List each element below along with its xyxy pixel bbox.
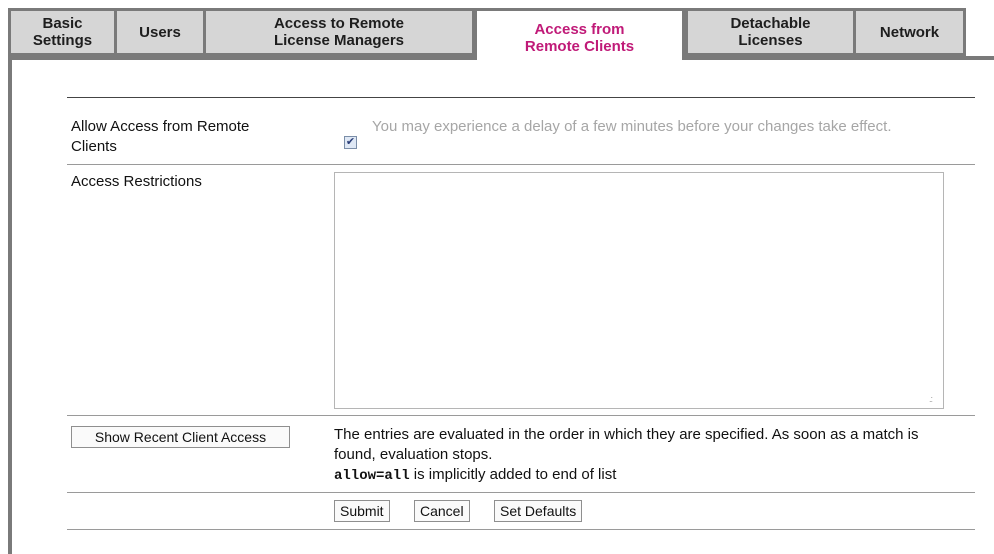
tab-network[interactable]: Network — [853, 8, 966, 56]
tab-label: Remote Clients — [524, 37, 635, 55]
access-restrictions-label: Access Restrictions — [71, 173, 202, 190]
show-recent-client-access-button[interactable]: Show Recent Client Access — [71, 426, 290, 448]
tab-label: Detachable — [730, 15, 811, 32]
tab-users[interactable]: Users — [114, 8, 206, 56]
evaluation-note-tail: is implicitly added to end of list — [409, 466, 617, 483]
allow-access-help-text: You may experience a delay of a few minu… — [372, 118, 892, 135]
allow-all-code: allow=all — [334, 468, 410, 484]
tab-label: License Managers — [273, 32, 405, 49]
tab-label: Licenses — [738, 32, 803, 49]
allow-access-label-line: Clients — [71, 138, 117, 155]
tab-label: Settings — [32, 32, 93, 49]
tab-access-from-remote-clients[interactable]: Access from Remote Clients — [474, 8, 685, 60]
panel-border-left — [8, 56, 12, 554]
tab-label: Access to Remote — [273, 15, 405, 32]
panel-border-top — [685, 56, 994, 60]
tab-label: Basic — [42, 15, 83, 32]
allow-access-label: Allow Access from Remote Clients — [71, 117, 249, 157]
tab-label: Network — [879, 23, 940, 41]
divider — [67, 529, 975, 530]
tab-access-to-remote-license-managers[interactable]: Access to Remote License Managers — [203, 8, 475, 56]
evaluation-note-text: The entries are evaluated in the order i… — [334, 426, 919, 463]
tab-label: Access from — [534, 20, 625, 38]
divider — [67, 415, 975, 416]
panel-border-top — [8, 56, 477, 60]
divider — [67, 97, 975, 98]
tab-label: Users — [139, 23, 181, 41]
divider — [67, 164, 975, 165]
allow-access-checkbox[interactable]: ✔ — [344, 136, 357, 149]
tab-detachable-licenses[interactable]: Detachable Licenses — [685, 8, 856, 56]
tab-bar: Basic Settings Users Access to Remote Lice… — [8, 8, 966, 60]
resize-grip-icon[interactable]: .: — [929, 395, 933, 404]
set-defaults-button[interactable]: Set Defaults — [494, 500, 583, 522]
access-restrictions-textarea[interactable] — [334, 172, 944, 409]
tab-basic-settings[interactable]: Basic Settings — [8, 8, 117, 56]
allow-access-label-line: Allow Access from Remote — [71, 118, 250, 135]
submit-button[interactable]: Submit — [334, 500, 390, 522]
evaluation-note: The entries are evaluated in the order i… — [334, 425, 954, 486]
divider — [67, 492, 975, 493]
cancel-button[interactable]: Cancel — [414, 500, 470, 522]
checkmark-icon: ✔ — [345, 136, 356, 148]
